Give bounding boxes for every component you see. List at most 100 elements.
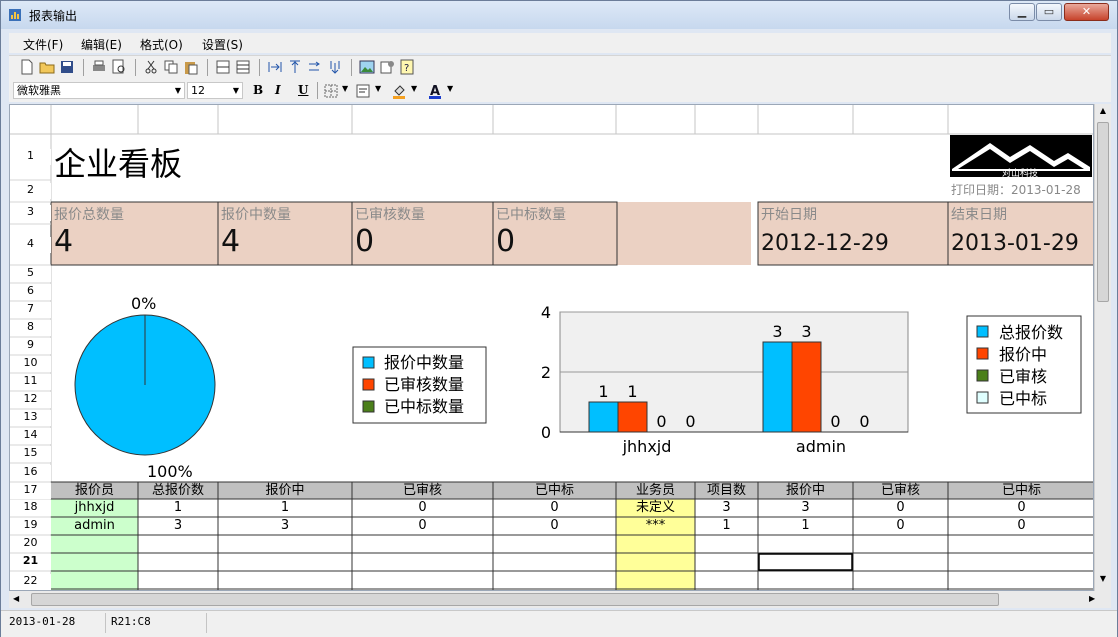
table-header[interactable]: 已审核 xyxy=(352,482,493,499)
merge-cells-icon[interactable] xyxy=(267,59,283,75)
save-icon[interactable] xyxy=(59,59,75,75)
vertical-scrollbar[interactable]: ▲ ▼ xyxy=(1094,104,1111,591)
row-header[interactable]: 17 xyxy=(10,482,51,499)
table-cell[interactable]: jhhxjd xyxy=(51,499,138,517)
horizontal-scroll-thumb[interactable] xyxy=(31,593,999,606)
split-cells-icon[interactable] xyxy=(287,59,303,75)
table-cell[interactable]: 1 xyxy=(218,499,352,517)
table-header[interactable]: 项目数 xyxy=(695,482,758,499)
table-cell[interactable]: 0 xyxy=(493,517,616,535)
table-header[interactable]: 已中标 xyxy=(493,482,616,499)
row-header[interactable]: 21 xyxy=(10,554,51,570)
cell-align-icon[interactable] xyxy=(355,83,371,99)
underline-button[interactable]: U xyxy=(298,83,308,97)
chevron-down-icon[interactable]: ▼ xyxy=(411,84,417,93)
italic-button[interactable]: I xyxy=(275,83,281,97)
table-cell[interactable]: 0 xyxy=(853,517,948,535)
menu-file[interactable]: 文件(F) xyxy=(23,36,63,53)
font-size-select[interactable]: 12 ▼ xyxy=(187,82,243,99)
row-header[interactable]: 15 xyxy=(10,446,51,462)
table-header[interactable]: 报价中 xyxy=(218,482,352,499)
cut-icon[interactable] xyxy=(143,59,159,75)
font-color-icon[interactable]: A xyxy=(427,83,443,99)
menu-edit[interactable]: 编辑(E) xyxy=(81,36,122,53)
table-cell[interactable]: 未定义 xyxy=(616,499,695,517)
table-cell[interactable]: 1 xyxy=(138,499,218,517)
scroll-down-icon[interactable]: ▼ xyxy=(1096,574,1110,588)
chevron-down-icon[interactable]: ▼ xyxy=(447,84,453,93)
menu-settings[interactable]: 设置(S) xyxy=(202,36,243,53)
delete-row-icon[interactable] xyxy=(235,59,251,75)
row-header[interactable]: 1 xyxy=(10,149,51,165)
table-cell[interactable]: 3 xyxy=(758,499,853,517)
row-header[interactable]: 22 xyxy=(10,573,51,590)
chevron-down-icon[interactable]: ▼ xyxy=(342,84,348,93)
row-header[interactable]: 7 xyxy=(10,302,51,318)
end-date-value: 2013-01-29 xyxy=(951,231,1079,256)
table-cell[interactable]: admin xyxy=(51,517,138,535)
table-cell[interactable]: 0 xyxy=(352,517,493,535)
new-file-icon[interactable] xyxy=(19,59,35,75)
table-header[interactable]: 报价中 xyxy=(758,482,853,499)
row-header[interactable]: 3 xyxy=(10,205,51,221)
table-cell[interactable]: 3 xyxy=(695,499,758,517)
maximize-button[interactable]: ▭ xyxy=(1036,3,1062,21)
row-header[interactable]: 4 xyxy=(10,236,51,253)
row-header[interactable]: 6 xyxy=(10,284,51,300)
scroll-right-icon[interactable]: ▶ xyxy=(1089,594,1095,603)
row-header[interactable]: 8 xyxy=(10,320,51,336)
row-header[interactable]: 12 xyxy=(10,392,51,408)
chevron-down-icon[interactable]: ▼ xyxy=(375,84,381,93)
horizontal-scrollbar[interactable]: ◀ ▶ xyxy=(9,591,1111,608)
row-header[interactable]: 10 xyxy=(10,356,51,372)
open-folder-icon[interactable] xyxy=(39,59,55,75)
menu-format[interactable]: 格式(O) xyxy=(140,36,183,53)
table-cell[interactable]: *** xyxy=(616,517,695,535)
fill-color-icon[interactable] xyxy=(391,83,407,99)
row-header[interactable]: 11 xyxy=(10,374,51,390)
table-cell[interactable]: 3 xyxy=(138,517,218,535)
report-sheet[interactable]: 1 2 3 4 5 6 7 8 9 10 11 12 13 14 15 16 17 18 19 20 21 22 企业看板… xyxy=(9,104,1094,591)
row-header[interactable]: 19 xyxy=(10,518,51,534)
align-cells-icon[interactable] xyxy=(307,59,323,75)
title-bar[interactable]: 报表输出 ▁ ▭ ✕ xyxy=(1,1,1117,29)
table-cell[interactable]: 1 xyxy=(695,517,758,535)
row-header[interactable]: 5 xyxy=(10,266,51,282)
distribute-icon[interactable] xyxy=(327,59,343,75)
insert-image-icon[interactable] xyxy=(359,59,375,75)
help-icon[interactable]: ? xyxy=(399,59,415,75)
row-header[interactable]: 13 xyxy=(10,410,51,426)
vertical-scroll-thumb[interactable] xyxy=(1097,122,1109,302)
scroll-left-icon[interactable]: ◀ xyxy=(13,594,19,603)
minimize-button[interactable]: ▁ xyxy=(1009,3,1035,21)
table-cell[interactable]: 0 xyxy=(948,517,1093,535)
font-name-select[interactable]: 微软雅黑 ▼ xyxy=(13,82,185,99)
table-cell[interactable]: 3 xyxy=(218,517,352,535)
paste-icon[interactable] xyxy=(183,59,199,75)
table-header[interactable]: 总报价数 xyxy=(138,482,218,499)
print-preview-icon[interactable] xyxy=(111,59,127,75)
table-header[interactable]: 已中标 xyxy=(948,482,1093,499)
table-header[interactable]: 已审核 xyxy=(853,482,948,499)
properties-icon[interactable] xyxy=(379,59,395,75)
row-header[interactable]: 2 xyxy=(10,183,51,199)
table-cell[interactable]: 0 xyxy=(948,499,1093,517)
bold-button[interactable]: B xyxy=(253,83,263,97)
table-cell[interactable]: 0 xyxy=(493,499,616,517)
table-cell[interactable]: 0 xyxy=(853,499,948,517)
row-header[interactable]: 16 xyxy=(10,464,51,481)
print-icon[interactable] xyxy=(91,59,107,75)
table-header[interactable]: 业务员 xyxy=(616,482,695,499)
row-header[interactable]: 14 xyxy=(10,428,51,444)
table-cell[interactable]: 1 xyxy=(758,517,853,535)
scroll-up-icon[interactable]: ▲ xyxy=(1096,106,1110,120)
table-header[interactable]: 报价员 xyxy=(51,482,138,499)
close-button[interactable]: ✕ xyxy=(1064,3,1109,21)
table-cell[interactable]: 0 xyxy=(352,499,493,517)
row-header[interactable]: 18 xyxy=(10,500,51,516)
row-header[interactable]: 20 xyxy=(10,536,51,552)
border-icon[interactable] xyxy=(323,83,339,99)
row-header[interactable]: 9 xyxy=(10,338,51,354)
copy-icon[interactable] xyxy=(163,59,179,75)
insert-row-icon[interactable] xyxy=(215,59,231,75)
